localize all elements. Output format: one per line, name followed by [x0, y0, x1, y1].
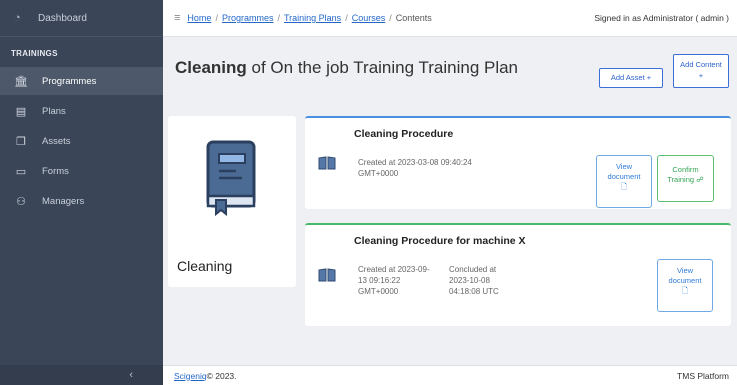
chevron-left-icon: ‹	[129, 369, 133, 381]
sidebar: ◔ Dashboard TRAININGS 🏛 Programmes ▤ Pla…	[0, 0, 163, 385]
confirm-training-button[interactable]: Confirm Training ☍	[657, 155, 714, 202]
breadcrumb-current: Contents	[395, 13, 432, 23]
sidebar-item-dashboard[interactable]: ◔ Dashboard	[0, 0, 163, 37]
content-title: Cleaning Procedure for machine X	[354, 235, 526, 247]
course-name: Cleaning	[177, 258, 233, 274]
files-icon: ❐	[16, 135, 26, 148]
footer: Scigeniq © 2023. TMS Platform	[163, 365, 737, 385]
document-icon: 🗋	[681, 286, 689, 295]
breadcrumb: Home / Programmes / Training Plans / Courses / C…	[187, 13, 432, 23]
main-content: Cleaning of On the job Training Training…	[163, 37, 737, 365]
sidebar-item-label: Assets	[42, 135, 71, 147]
breadcrumb-home[interactable]: Home	[187, 13, 211, 23]
sidebar-item-label: Forms	[42, 165, 69, 177]
platform-name: TMS Platform	[677, 370, 729, 381]
view-document-button[interactable]: View document 🗋	[657, 259, 713, 312]
sidebar-section-title: TRAININGS	[11, 49, 58, 58]
created-at: Created at 2023-09- 13 09:16:22 GMT+0000	[358, 265, 430, 296]
list-icon: ▤	[15, 105, 27, 118]
sidebar-item-label: Dashboard	[38, 12, 87, 24]
dashboard-icon: ◔	[14, 12, 21, 24]
add-content-button[interactable]: Add Content +	[673, 54, 729, 88]
content-title: Cleaning Procedure	[354, 128, 454, 140]
book-icon	[206, 140, 256, 216]
form-icon: ▭	[15, 165, 27, 178]
sidebar-item-label: Programmes	[42, 75, 97, 87]
users-icon: ⚇	[16, 195, 26, 208]
sidebar-item-plans[interactable]: ▤ Plans	[0, 97, 163, 125]
course-card: Cleaning	[168, 116, 296, 287]
breadcrumb-training-plans[interactable]: Training Plans	[284, 13, 341, 23]
content-card: Cleaning Procedure for machine X Created…	[305, 223, 731, 326]
sidebar-item-assets[interactable]: ❐ Assets	[0, 127, 163, 155]
signed-in-user[interactable]: Signed in as Administrator ( admin )	[594, 0, 729, 37]
sidebar-item-label: Managers	[42, 195, 85, 207]
open-book-icon	[318, 268, 336, 285]
created-at: Created at 2023-03-08 09:40:24 GMT+0000	[358, 158, 472, 178]
breadcrumb-programmes[interactable]: Programmes	[222, 13, 274, 23]
document-icon: 🗋	[620, 182, 628, 191]
sidebar-collapse-button[interactable]: ‹	[0, 365, 163, 385]
page-title: Cleaning of On the job Training Training…	[175, 58, 519, 77]
institution-icon: 🏛	[14, 75, 28, 88]
sidebar-item-forms[interactable]: ▭ Forms	[0, 157, 163, 185]
sidebar-item-label: Plans	[42, 105, 66, 117]
open-book-icon	[318, 156, 336, 173]
copyright: © 2023.	[206, 370, 237, 381]
footer-brand-link[interactable]: Scigeniq	[174, 371, 207, 381]
sidebar-item-managers[interactable]: ⚇ Managers	[0, 187, 163, 215]
content-card: Cleaning Procedure Created at 2023-03-08…	[305, 116, 731, 209]
breadcrumb-courses[interactable]: Courses	[352, 13, 386, 23]
view-document-button[interactable]: View document 🗋	[596, 155, 652, 208]
header: ≡ Home / Programmes / Training Plans / Courses…	[163, 0, 737, 37]
menu-icon[interactable]: ≡	[174, 12, 180, 24]
add-asset-button[interactable]: Add Asset +	[599, 68, 663, 88]
concluded-at: Concluded at 2023-10-08 04:18:08 UTC	[449, 265, 499, 296]
sidebar-item-programmes[interactable]: 🏛 Programmes	[0, 67, 163, 95]
